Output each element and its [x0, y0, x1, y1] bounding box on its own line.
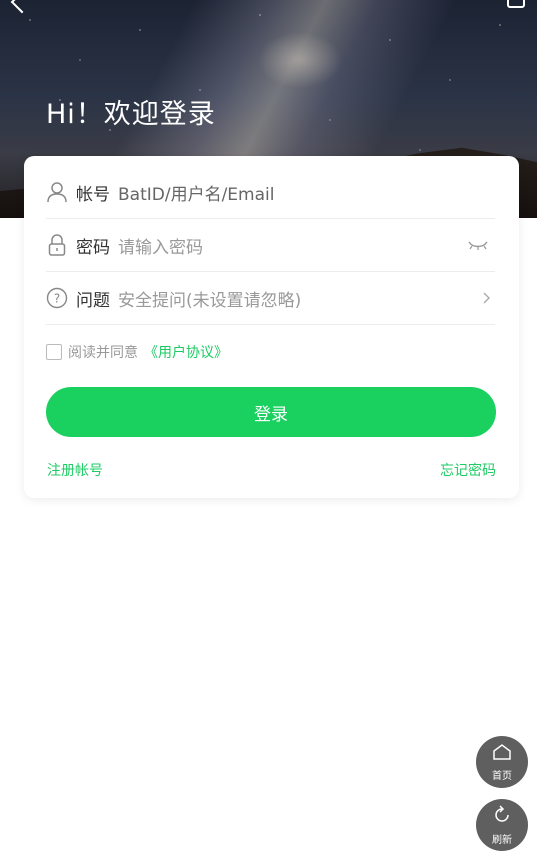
account-row[interactable]: 帐号 BatID/用户名/Email — [46, 166, 495, 219]
question-input[interactable]: 安全提问(未设置请忽略) — [118, 286, 481, 311]
agreement: 阅读并同意 《用户协议》 — [46, 342, 228, 362]
user-icon — [46, 181, 68, 203]
refresh-button[interactable]: 刷新 — [476, 799, 528, 851]
share-icon[interactable] — [507, 0, 525, 8]
password-input[interactable]: 请输入密码 — [118, 233, 467, 258]
home-icon — [492, 743, 512, 765]
user-agreement-link[interactable]: 《用户协议》 — [144, 342, 228, 362]
agreement-checkbox[interactable] — [46, 344, 62, 360]
refresh-icon — [492, 804, 512, 829]
account-label: 帐号 — [76, 184, 110, 205]
password-label: 密码 — [76, 237, 110, 258]
login-card: 帐号 BatID/用户名/Email 密码 请输入密码 ? 问题 安全提问(未设… — [24, 156, 519, 498]
greeting-title: Hi！欢迎登录 — [46, 99, 216, 130]
eye-closed-icon[interactable] — [467, 238, 489, 252]
question-label: 问题 — [76, 290, 110, 311]
home-button[interactable]: 首页 — [476, 736, 528, 788]
register-link[interactable]: 注册帐号 — [47, 460, 103, 480]
chevron-right-icon[interactable] — [481, 291, 493, 305]
security-question-row[interactable]: ? 问题 安全提问(未设置请忽略) — [46, 272, 495, 325]
agreement-text: 阅读并同意 — [68, 345, 138, 361]
home-label: 首页 — [492, 770, 512, 782]
account-input[interactable]: BatID/用户名/Email — [118, 180, 495, 205]
refresh-label: 刷新 — [492, 834, 512, 846]
login-button[interactable]: 登录 — [46, 387, 496, 437]
lock-icon — [46, 234, 68, 256]
forgot-password-link[interactable]: 忘记密码 — [440, 460, 496, 480]
svg-text:?: ? — [54, 292, 60, 306]
password-row[interactable]: 密码 请输入密码 — [46, 219, 495, 272]
question-icon: ? — [46, 287, 68, 309]
